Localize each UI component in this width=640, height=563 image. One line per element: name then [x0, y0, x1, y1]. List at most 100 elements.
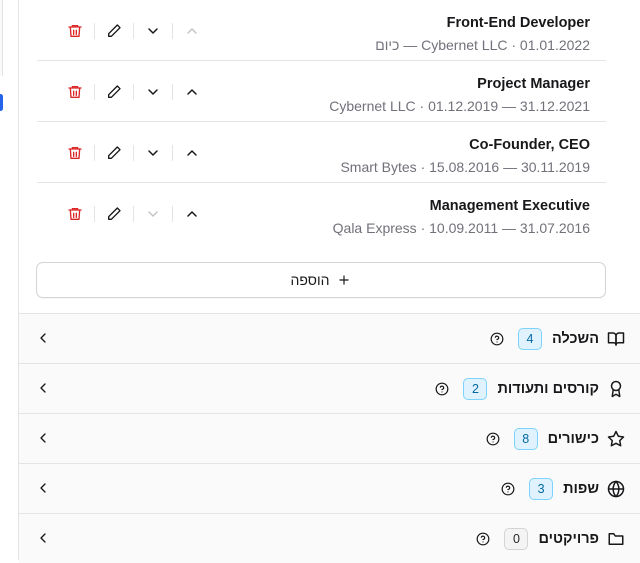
- divider: [94, 84, 95, 100]
- help-circle-icon[interactable]: [501, 482, 515, 496]
- divider: [172, 84, 173, 100]
- section-title: השכלה: [551, 331, 599, 347]
- trash-icon: [68, 208, 82, 220]
- move-down-button[interactable]: [143, 21, 163, 41]
- resume-editor-panel: Front-End Developer Cybernet LLC · 01.01…: [18, 0, 640, 563]
- section-header: שפות 3: [501, 478, 625, 500]
- pencil-icon: [108, 85, 121, 98]
- divider: [94, 23, 95, 39]
- move-up-button[interactable]: [182, 143, 202, 163]
- help-circle-icon[interactable]: [490, 332, 504, 346]
- delete-button[interactable]: [65, 21, 85, 41]
- section-header: פרויקטים 0: [476, 528, 625, 550]
- edit-button[interactable]: [104, 143, 124, 163]
- item-meta: Qala Express · 10.09.2011 — 31.07.2016: [332, 220, 590, 236]
- move-up-button[interactable]: [182, 21, 202, 41]
- help-circle-icon[interactable]: [476, 532, 490, 546]
- divider: [133, 23, 134, 39]
- item-actions: [65, 21, 202, 41]
- item-actions: [65, 82, 202, 102]
- count-badge: 8: [513, 428, 538, 450]
- trash-icon: [68, 147, 82, 159]
- edit-button[interactable]: [104, 82, 124, 102]
- delete-button[interactable]: [65, 204, 85, 224]
- chevron-left-icon: [40, 383, 46, 393]
- chevron-up-icon: [187, 28, 197, 34]
- chevron-up-icon: [187, 150, 197, 156]
- item-text: Co-Founder, CEO Smart Bytes · 15.08.2016…: [340, 136, 590, 176]
- chevron-left-icon: [40, 483, 46, 493]
- edit-button[interactable]: [104, 21, 124, 41]
- book-open-icon: [607, 332, 625, 346]
- delete-button[interactable]: [65, 143, 85, 163]
- chevron-up-icon: [187, 89, 197, 95]
- list-item: Front-End Developer Cybernet LLC · 01.01…: [37, 0, 606, 61]
- add-button[interactable]: הוספה: [36, 262, 606, 298]
- chevron-down-icon: [148, 28, 158, 34]
- help-circle-icon[interactable]: [486, 432, 500, 446]
- move-up-button[interactable]: [182, 204, 202, 224]
- count-badge: 4: [517, 328, 542, 350]
- star-icon: [607, 430, 625, 447]
- item-text: Project Manager Cybernet LLC · 01.12.201…: [329, 75, 590, 115]
- delete-button[interactable]: [65, 82, 85, 102]
- count-badge: 2: [463, 378, 488, 400]
- divider: [133, 145, 134, 161]
- globe-icon: [607, 480, 625, 498]
- item-meta: Cybernet LLC · 01.01.2022 — כיום: [375, 37, 590, 53]
- divider: [172, 23, 173, 39]
- item-title: Management Executive: [429, 198, 590, 214]
- move-up-button[interactable]: [182, 82, 202, 102]
- section-header: השכלה 4: [490, 328, 625, 350]
- edit-button[interactable]: [104, 204, 124, 224]
- chevron-left-icon: [40, 433, 46, 443]
- section-languages[interactable]: שפות 3: [19, 463, 640, 513]
- add-button-label: הוספה: [290, 272, 330, 288]
- move-down-button[interactable]: [143, 204, 163, 224]
- chevron-left-icon: [40, 533, 46, 543]
- chevron-down-icon: [148, 211, 158, 217]
- chevron-down-icon: [148, 89, 158, 95]
- divider: [172, 206, 173, 222]
- item-text: Front-End Developer Cybernet LLC · 01.01…: [375, 14, 590, 54]
- list-item: Project Manager Cybernet LLC · 01.12.201…: [37, 61, 606, 122]
- count-badge: 0: [504, 528, 529, 550]
- section-education[interactable]: השכלה 4: [19, 313, 640, 363]
- section-title: שפות: [563, 481, 599, 497]
- section-title: כישורים: [547, 431, 599, 447]
- left-panel-edge: [0, 0, 3, 76]
- help-circle-icon[interactable]: [435, 382, 449, 396]
- item-actions: [65, 143, 202, 163]
- divider: [133, 84, 134, 100]
- list-item: Co-Founder, CEO Smart Bytes · 15.08.2016…: [37, 122, 606, 183]
- item-text: Management Executive Qala Express · 10.0…: [333, 197, 590, 237]
- left-panel-indicator: [0, 94, 3, 111]
- move-down-button[interactable]: [143, 143, 163, 163]
- move-down-button[interactable]: [143, 82, 163, 102]
- item-actions: [65, 204, 202, 224]
- trash-icon: [68, 25, 82, 37]
- section-title: קורסים ותעודות: [497, 381, 599, 397]
- divider: [94, 206, 95, 222]
- divider: [94, 145, 95, 161]
- section-header: כישורים 8: [486, 428, 625, 450]
- pencil-icon: [108, 207, 121, 220]
- section-courses[interactable]: קורסים ותעודות 2: [19, 363, 640, 413]
- count-badge: 3: [529, 478, 554, 500]
- section-skills[interactable]: כישורים 8: [19, 413, 640, 463]
- item-title: Co-Founder, CEO: [469, 137, 590, 153]
- section-projects[interactable]: פרויקטים 0: [19, 513, 640, 563]
- item-meta: Cybernet LLC · 01.12.2019 — 31.12.2021: [329, 98, 590, 114]
- plus-icon: [339, 275, 350, 285]
- item-meta: Smart Bytes · 15.08.2016 — 30.11.2019: [340, 159, 590, 175]
- folder-icon: [608, 533, 624, 545]
- chevron-down-icon: [148, 150, 158, 156]
- section-list: השכלה 4 קורסים ותעודות 2 כישורים 8 שפות …: [19, 313, 640, 563]
- divider: [172, 145, 173, 161]
- divider: [133, 206, 134, 222]
- pencil-icon: [108, 146, 121, 159]
- list-item: Management Executive Qala Express · 10.0…: [37, 183, 606, 244]
- trash-icon: [68, 86, 82, 98]
- pencil-icon: [108, 24, 121, 37]
- experience-list: Front-End Developer Cybernet LLC · 01.01…: [37, 0, 606, 244]
